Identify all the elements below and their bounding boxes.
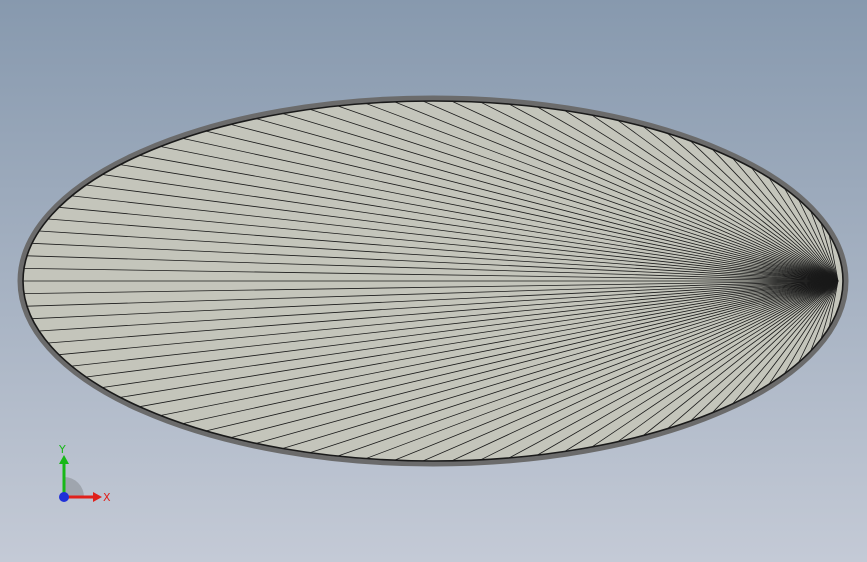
model-canvas[interactable] (0, 0, 867, 562)
x-axis-label: X (103, 491, 111, 504)
y-axis-label: Y (58, 443, 66, 456)
axis-triad: Y X (40, 440, 120, 510)
ellipse-disc-model[interactable] (17, 95, 849, 467)
3d-viewport[interactable]: Y X (0, 0, 867, 562)
z-axis-dot (59, 492, 69, 502)
y-axis-arrowhead (59, 455, 69, 464)
x-axis-arrowhead (93, 492, 102, 502)
